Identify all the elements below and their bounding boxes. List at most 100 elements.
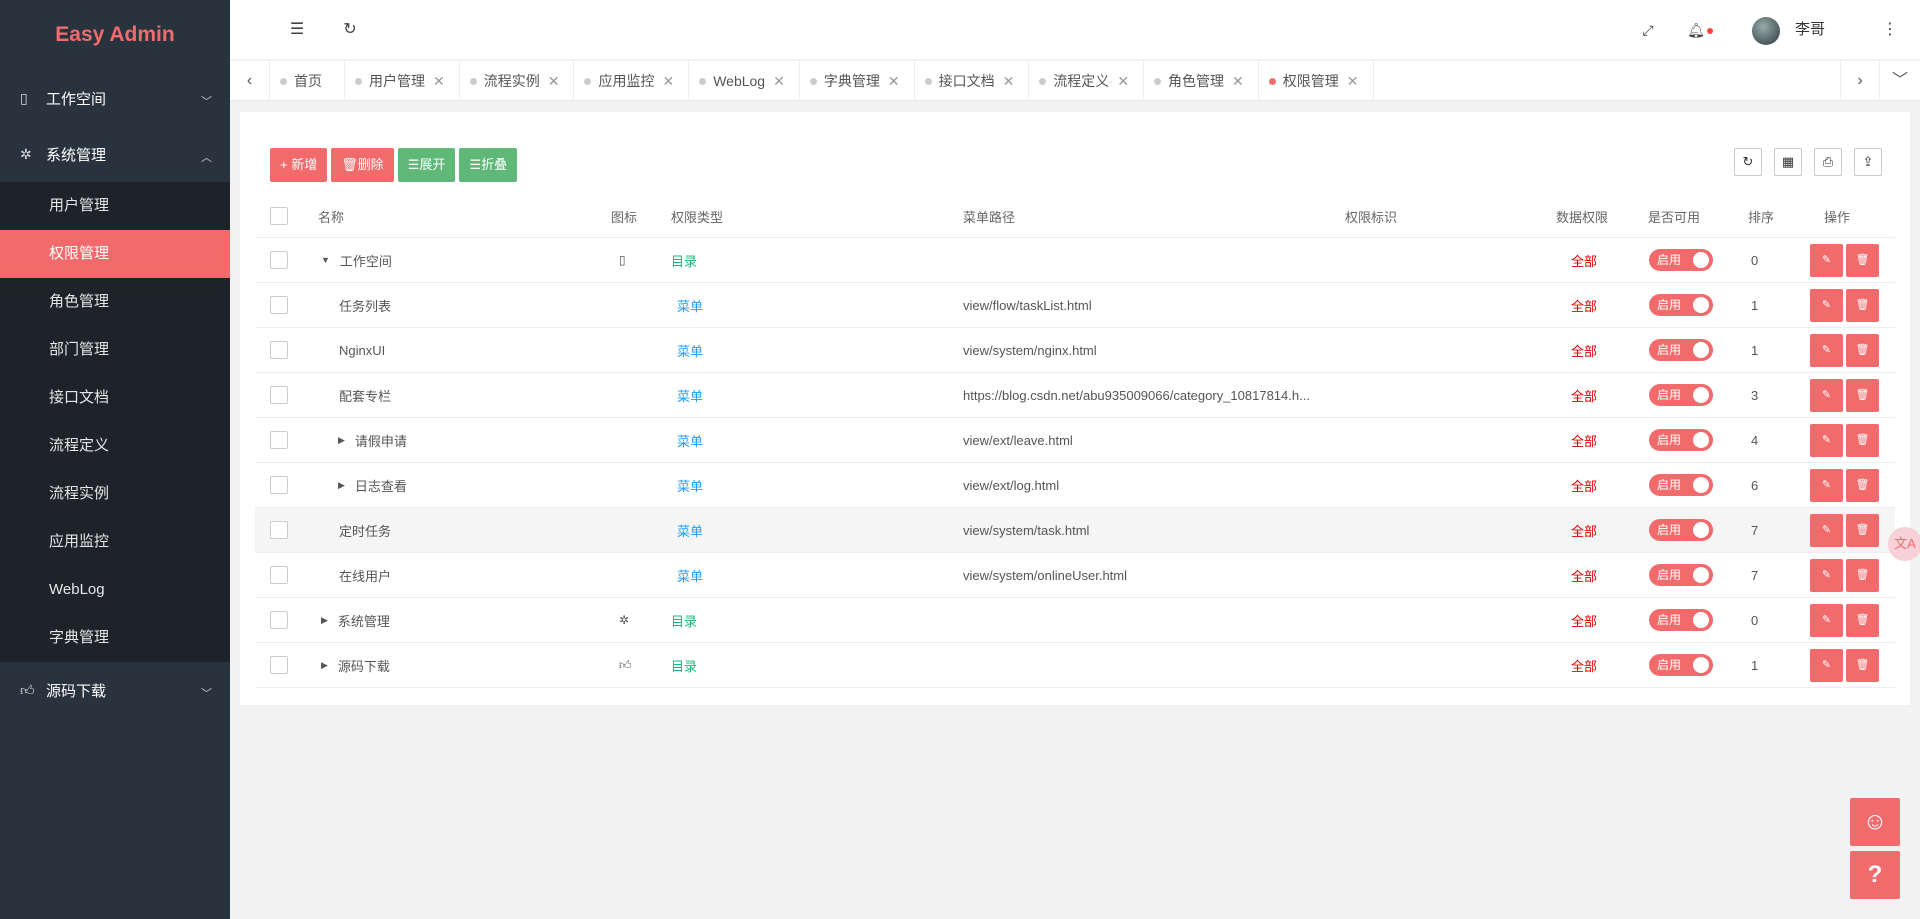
- tab-weblog[interactable]: WebLog ✕: [689, 61, 800, 101]
- table-row[interactable]: 任务列表 菜单 view/flow/taskList.html 全部 启用 1 …: [255, 283, 1895, 328]
- delete-row-button[interactable]: 🗑︎: [1846, 513, 1879, 547]
- tab-scroll-right-icon[interactable]: ›: [1840, 61, 1880, 101]
- sidebar-item-monitor[interactable]: 应用监控: [0, 518, 230, 566]
- table-row[interactable]: 配套专栏 菜单 https://blog.csdn.net/abu9350090…: [255, 373, 1895, 418]
- sidebar-item-weblog[interactable]: WebLog: [0, 566, 230, 614]
- sidebar-item-users[interactable]: 用户管理: [0, 182, 230, 230]
- avatar[interactable]: [1752, 17, 1780, 45]
- refresh-icon[interactable]: ↻: [330, 0, 370, 60]
- table-row[interactable]: 定时任务 菜单 view/system/task.html 全部 启用 7 ✎ …: [255, 508, 1895, 553]
- edit-button[interactable]: ✎: [1810, 603, 1843, 637]
- enabled-toggle[interactable]: 启用: [1649, 519, 1713, 541]
- row-checkbox[interactable]: [270, 251, 288, 269]
- row-checkbox[interactable]: [270, 296, 288, 314]
- sidebar-item-dictionary[interactable]: 字典管理: [0, 614, 230, 662]
- close-icon[interactable]: ✕: [773, 61, 785, 101]
- tab-dictionary[interactable]: 字典管理 ✕: [800, 61, 915, 101]
- delete-row-button[interactable]: 🗑︎: [1846, 333, 1879, 367]
- collapse-button[interactable]: ☰折叠: [459, 148, 518, 182]
- table-row[interactable]: 在线用户 菜单 view/system/onlineUser.html 全部 启…: [255, 553, 1895, 598]
- sidebar-group-system[interactable]: ✲ 系统管理 ︿: [0, 126, 230, 182]
- table-row[interactable]: NginxUI 菜单 view/system/nginx.html 全部 启用 …: [255, 328, 1895, 373]
- username[interactable]: 李哥: [1795, 0, 1825, 60]
- help-icon[interactable]: ?: [1850, 851, 1900, 899]
- enabled-toggle[interactable]: 启用: [1649, 654, 1713, 676]
- enabled-toggle[interactable]: 启用: [1649, 609, 1713, 631]
- edit-button[interactable]: ✎: [1810, 648, 1843, 682]
- edit-button[interactable]: ✎: [1810, 288, 1843, 322]
- close-icon[interactable]: ✕: [1003, 61, 1015, 101]
- caret-right-icon[interactable]: ▶: [338, 480, 345, 491]
- tab-permissions[interactable]: 权限管理 ✕: [1259, 61, 1374, 101]
- sidebar-group-workspace[interactable]: ▯ 工作空间 ﹀: [0, 70, 230, 126]
- sidebar-item-departments[interactable]: 部门管理: [0, 326, 230, 374]
- edit-button[interactable]: ✎: [1810, 468, 1843, 502]
- close-icon[interactable]: ✕: [433, 61, 445, 101]
- sidebar-item-api-docs[interactable]: 接口文档: [0, 374, 230, 422]
- row-checkbox[interactable]: [270, 386, 288, 404]
- delete-row-button[interactable]: 🗑︎: [1846, 243, 1879, 277]
- edit-button[interactable]: ✎: [1810, 558, 1843, 592]
- sidebar-group-source-download[interactable]: 👍︎ 源码下载 ﹀: [0, 662, 230, 718]
- enabled-toggle[interactable]: 启用: [1649, 429, 1713, 451]
- enabled-toggle[interactable]: 启用: [1649, 249, 1713, 271]
- tab-monitor[interactable]: 应用监控 ✕: [574, 61, 690, 101]
- more-icon[interactable]: ⋮: [1870, 0, 1910, 60]
- delete-row-button[interactable]: 🗑︎: [1846, 648, 1879, 682]
- sidebar-item-flow-definition[interactable]: 流程定义: [0, 422, 230, 470]
- tab-flow-instance[interactable]: 流程实例 ✕: [460, 61, 575, 101]
- sidebar-item-roles[interactable]: 角色管理: [0, 278, 230, 326]
- table-row[interactable]: ▶ 系统管理 ✲ 目录 全部 启用 0 ✎ 🗑︎: [255, 598, 1895, 643]
- close-icon[interactable]: ✕: [548, 61, 560, 101]
- tab-scroll-left-icon[interactable]: ‹: [230, 61, 270, 101]
- fullscreen-icon[interactable]: ⤢: [1628, 0, 1668, 60]
- export-icon[interactable]: ⇪: [1854, 148, 1882, 176]
- table-row[interactable]: ▼ 工作空间 ▯ 目录 全部 启用 0 ✎ 🗑︎: [255, 238, 1895, 283]
- columns-icon[interactable]: ▦: [1774, 148, 1802, 176]
- menu-toggle-icon[interactable]: ☰: [277, 0, 317, 60]
- row-checkbox[interactable]: [270, 656, 288, 674]
- table-row[interactable]: ▶ 源码下载 👍︎ 目录 全部 启用 1 ✎ 🗑︎: [255, 643, 1895, 688]
- close-icon[interactable]: ✕: [1347, 61, 1359, 101]
- tab-home[interactable]: 首页: [270, 61, 345, 101]
- enabled-toggle[interactable]: 启用: [1649, 474, 1713, 496]
- edit-button[interactable]: ✎: [1810, 423, 1843, 457]
- delete-button[interactable]: 🗑︎删除: [331, 148, 394, 182]
- edit-button[interactable]: ✎: [1810, 513, 1843, 547]
- enabled-toggle[interactable]: 启用: [1649, 294, 1713, 316]
- close-icon[interactable]: ✕: [1117, 61, 1129, 101]
- edit-button[interactable]: ✎: [1810, 243, 1843, 277]
- select-all-checkbox[interactable]: [270, 207, 288, 225]
- add-button[interactable]: + 新增: [270, 148, 328, 182]
- edit-button[interactable]: ✎: [1810, 378, 1843, 412]
- refresh-icon[interactable]: ↻: [1734, 148, 1762, 176]
- delete-row-button[interactable]: 🗑︎: [1846, 378, 1879, 412]
- tab-roles[interactable]: 角色管理 ✕: [1144, 61, 1259, 101]
- caret-right-icon[interactable]: ▶: [338, 435, 345, 446]
- delete-row-button[interactable]: 🗑︎: [1846, 468, 1879, 502]
- print-icon[interactable]: ⎙: [1814, 148, 1842, 176]
- delete-row-button[interactable]: 🗑︎: [1846, 423, 1879, 457]
- chat-icon[interactable]: ☺: [1850, 798, 1900, 846]
- enabled-toggle[interactable]: 启用: [1649, 564, 1713, 586]
- row-checkbox[interactable]: [270, 611, 288, 629]
- row-checkbox[interactable]: [270, 341, 288, 359]
- edit-button[interactable]: ✎: [1810, 333, 1843, 367]
- tab-flow-definition[interactable]: 流程定义 ✕: [1029, 61, 1145, 101]
- sidebar-item-flow-instance[interactable]: 流程实例: [0, 470, 230, 518]
- row-checkbox[interactable]: [270, 566, 288, 584]
- caret-right-icon[interactable]: ▶: [321, 615, 328, 626]
- caret-right-icon[interactable]: ▶: [321, 660, 328, 671]
- table-row[interactable]: ▶ 请假申请 菜单 view/ext/leave.html 全部 启用 4 ✎ …: [255, 418, 1895, 463]
- tab-api-docs[interactable]: 接口文档 ✕: [915, 61, 1030, 101]
- caret-down-icon[interactable]: ▼: [321, 255, 330, 265]
- table-row[interactable]: ▶ 日志查看 菜单 view/ext/log.html 全部 启用 6 ✎ 🗑︎: [255, 463, 1895, 508]
- tab-users[interactable]: 用户管理 ✕: [345, 61, 460, 101]
- row-checkbox[interactable]: [270, 476, 288, 494]
- close-icon[interactable]: ✕: [662, 61, 674, 101]
- tab-menu-chevron-icon[interactable]: ﹀: [1880, 61, 1920, 101]
- close-icon[interactable]: ✕: [1232, 61, 1244, 101]
- sidebar-item-permissions[interactable]: 权限管理: [0, 230, 230, 278]
- row-checkbox[interactable]: [270, 431, 288, 449]
- enabled-toggle[interactable]: 启用: [1649, 384, 1713, 406]
